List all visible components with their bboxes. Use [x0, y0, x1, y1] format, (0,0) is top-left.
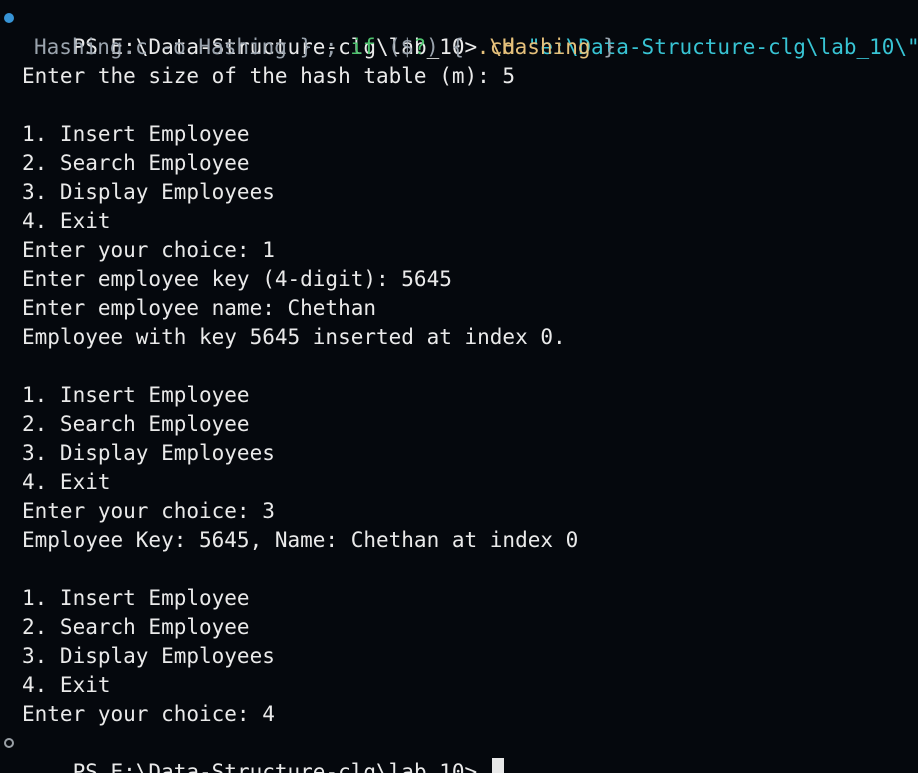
menu-item: 4. Exit — [22, 209, 111, 233]
menu-item: 3. Display Employees — [22, 441, 275, 465]
choice-prompt: Enter your choice: 3 — [22, 499, 275, 523]
open-brace: { — [451, 35, 465, 59]
command-line: PS E:\Data-Structure-clg\lab_10> cd "e:\… — [0, 4, 918, 59]
menu-item: 4. Exit — [22, 673, 111, 697]
choice-prompt: Enter your choice: 1 — [22, 238, 275, 262]
key-prompt: Enter employee key (4-digit): 5645 — [22, 267, 452, 291]
name-prompt: Enter employee name: Chethan — [22, 296, 377, 320]
display-result: Employee Key: 5645, Name: Chethan at ind… — [22, 528, 579, 552]
menu-item: 3. Display Employees — [22, 180, 275, 204]
language-mode[interactable]: {} C — [888, 765, 918, 773]
insert-result: Employee with key 5645 inserted at index… — [22, 325, 566, 349]
if-keyword: if — [350, 35, 376, 59]
menu-item: 4. Exit — [22, 470, 111, 494]
menu-item: 3. Display Employees — [22, 644, 275, 668]
cond-close: ) — [426, 35, 439, 59]
output-name: Hashing — [198, 35, 287, 59]
menu-item: 2. Search Employee — [22, 151, 250, 175]
choice-prompt: Enter your choice: 4 — [22, 702, 275, 726]
menu-item: 1. Insert Employee — [22, 383, 250, 407]
close-brace: } — [299, 35, 313, 59]
eol-setting[interactable]: CRLF — [829, 765, 862, 773]
menu-item: 2. Search Employee — [22, 615, 250, 639]
cond-q: ? — [413, 35, 427, 59]
menu-item: 1. Insert Employee — [22, 586, 250, 610]
final-prompt-line[interactable]: PS E:\Data-Structure-clg\lab_10> — [0, 729, 918, 773]
command-success-dot-icon[interactable] — [4, 13, 14, 23]
status-bar: Spaces: 4 UTF-8 CRLF {} C — [0, 761, 918, 773]
output-flag: -o — [160, 35, 186, 59]
cond-open: ($ — [388, 35, 414, 59]
menu-item: 1. Insert Employee — [22, 122, 250, 146]
terminal-panel[interactable]: PS E:\Data-Structure-clg\lab_10> cd "e:\… — [0, 0, 918, 773]
command-pending-dot-icon[interactable] — [4, 738, 14, 748]
indent-setting[interactable]: Spaces: 4 — [676, 765, 739, 773]
semicolon-2: ; — [324, 35, 338, 59]
run-exe: .\Hashing — [476, 35, 591, 59]
command-continuation: Hashing.c -o Hashing } ; if ($?) { .\Has… — [0, 33, 918, 62]
encoding-setting[interactable]: UTF-8 — [765, 765, 803, 773]
menu-item: 2. Search Employee — [22, 412, 250, 436]
end-brace: } — [603, 35, 616, 59]
size-prompt: Enter the size of the hash table (m): 5 — [22, 64, 516, 88]
source-file: Hashing.c — [34, 35, 148, 59]
